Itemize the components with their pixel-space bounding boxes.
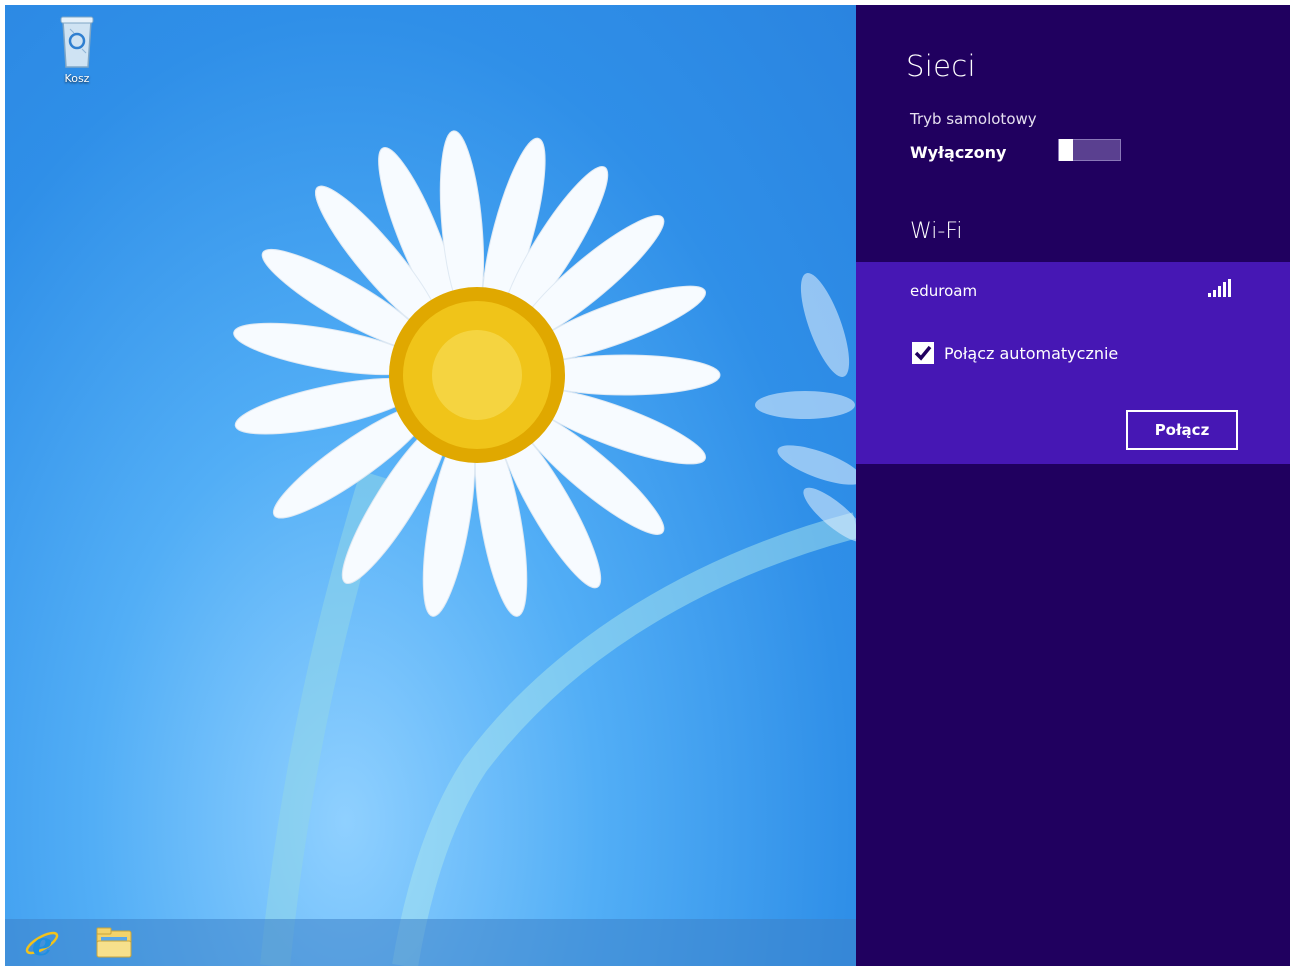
connect-button[interactable]: Połącz bbox=[1126, 410, 1238, 450]
toggle-thumb bbox=[1059, 139, 1073, 161]
network-name: eduroam bbox=[910, 282, 978, 300]
network-item-eduroam[interactable]: eduroam Połącz automatycznie Połącz bbox=[856, 262, 1290, 464]
svg-text:e: e bbox=[32, 925, 52, 961]
desktop-icon-recycle-bin[interactable]: Kosz bbox=[47, 15, 107, 85]
auto-connect-label: Połącz automatycznie bbox=[944, 343, 1119, 363]
networks-charm-panel: Sieci Tryb samolotowy Wyłączony Wi-Fi ed… bbox=[856, 5, 1290, 966]
checkmark-icon bbox=[914, 345, 932, 361]
desktop: Kosz e bbox=[5, 5, 856, 966]
airplane-mode-state: Wyłączony bbox=[910, 143, 1007, 162]
recycle-bin-icon bbox=[60, 16, 94, 68]
auto-connect-row[interactable]: Połącz automatycznie bbox=[912, 342, 1118, 364]
airplane-mode-label: Tryb samolotowy bbox=[910, 110, 1037, 128]
taskbar-file-explorer[interactable] bbox=[89, 919, 139, 966]
wifi-heading: Wi-Fi bbox=[910, 219, 963, 244]
taskbar: e bbox=[5, 919, 856, 966]
desktop-icon-label: Kosz bbox=[64, 72, 90, 85]
auto-connect-checkbox[interactable] bbox=[912, 342, 934, 364]
folder-icon bbox=[96, 927, 132, 957]
daisy-wallpaper bbox=[233, 130, 856, 966]
airplane-mode-toggle[interactable] bbox=[1058, 139, 1121, 161]
internet-explorer-icon: e bbox=[25, 925, 59, 961]
panel-title: Sieci bbox=[906, 49, 976, 83]
taskbar-internet-explorer[interactable]: e bbox=[17, 919, 67, 966]
signal-strength-icon bbox=[1208, 279, 1231, 297]
